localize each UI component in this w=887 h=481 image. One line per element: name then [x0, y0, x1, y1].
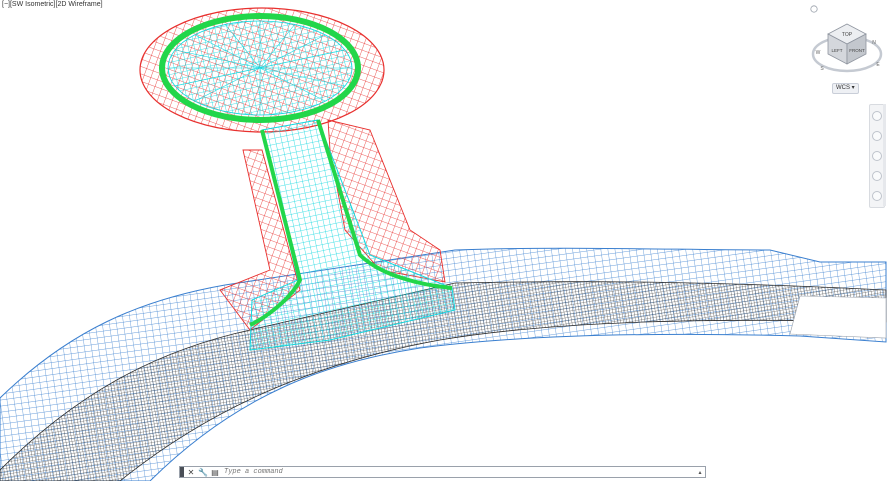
bulb-radial-lines — [168, 21, 352, 115]
command-history-icon[interactable]: ▤ — [210, 467, 220, 477]
wcs-label: WCS — [836, 85, 850, 91]
cube-label-top: TOP — [842, 32, 853, 38]
showmotion-icon[interactable] — [872, 191, 882, 201]
viewport-controls-label[interactable]: [−][SW Isometric][2D Wireframe] — [2, 1, 103, 8]
drawing-viewport[interactable] — [0, 0, 887, 481]
compass-west[interactable]: W — [816, 50, 821, 56]
customize-wrench-icon[interactable]: 🔧 — [198, 467, 208, 477]
viewport-control-menu[interactable]: [−] — [2, 1, 10, 8]
view-preset-menu[interactable]: [SW Isometric] — [10, 1, 56, 8]
navigation-bar-scrollbar[interactable] — [883, 104, 886, 206]
pan-icon[interactable] — [872, 131, 882, 141]
cube-label-left: LEFT — [831, 48, 842, 53]
command-line: ✕ 🔧 ▤ ▴ — [179, 466, 706, 478]
visual-style-menu[interactable]: [2D Wireframe] — [56, 1, 103, 8]
steering-wheel-icon[interactable] — [872, 111, 882, 121]
road-end-segment — [789, 295, 887, 339]
command-input[interactable] — [220, 467, 695, 477]
wcs-menu[interactable]: WCS ▾ — [832, 83, 859, 94]
orbit-icon[interactable] — [872, 171, 882, 181]
chevron-up-icon[interactable]: ▴ — [695, 469, 705, 476]
zoom-extents-icon[interactable] — [872, 151, 882, 161]
close-icon[interactable]: ✕ — [186, 467, 196, 477]
compass-north[interactable]: N — [872, 40, 876, 46]
command-line-grip[interactable] — [180, 467, 184, 477]
chevron-down-icon: ▾ — [851, 85, 855, 91]
compass-east[interactable]: E — [876, 62, 880, 68]
home-icon[interactable] — [810, 5, 818, 13]
cube-label-front: FRONT — [849, 48, 865, 53]
